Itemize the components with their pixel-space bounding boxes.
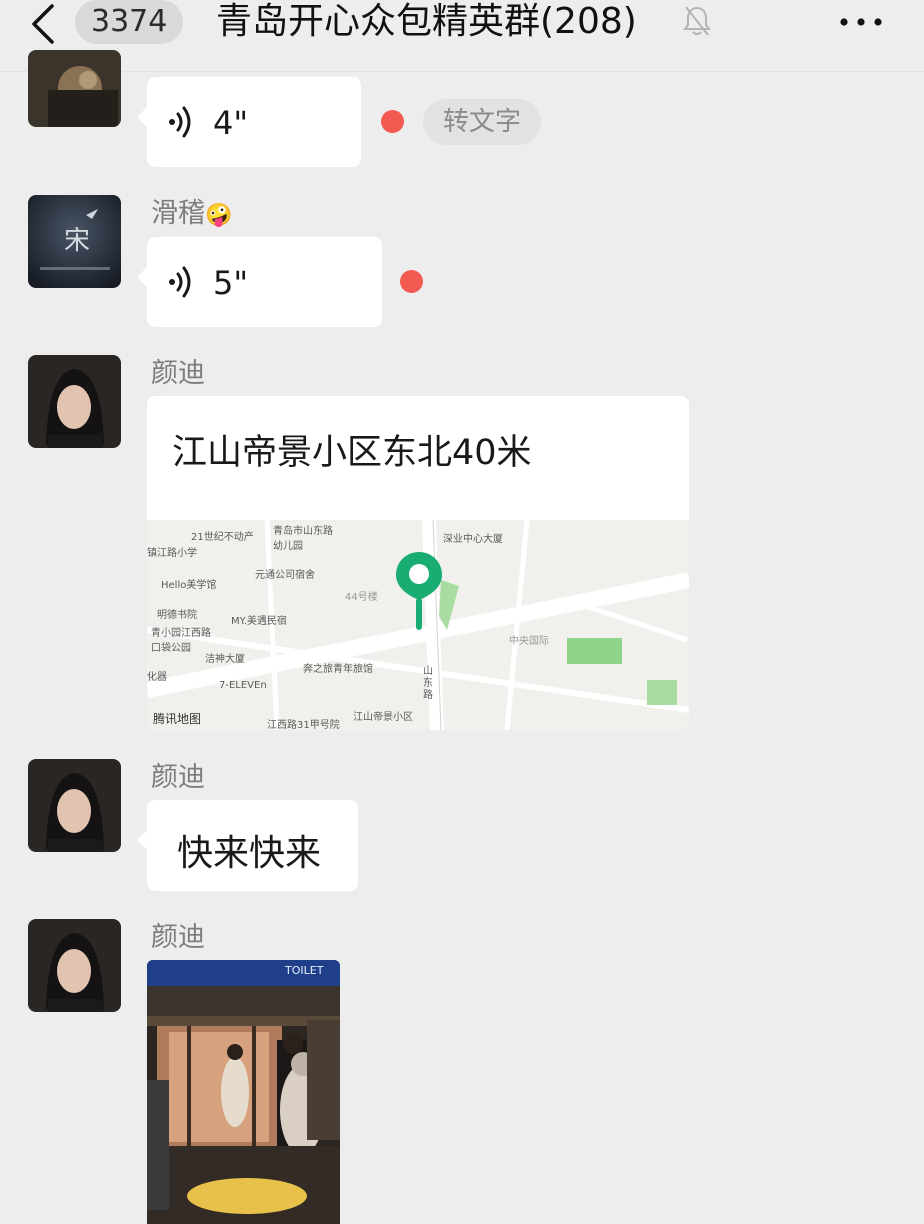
sender-name: 滑稽🤪: [151, 198, 233, 229]
map-label: 中央国际: [509, 636, 549, 647]
map-label: Hello美学馆: [161, 580, 217, 591]
map-label: 奔之旅青年旅馆: [303, 664, 373, 675]
avatar[interactable]: [28, 759, 121, 852]
map-preview[interactable]: 21世纪不动产 青岛市山东路幼儿园 深业中心大厦 镇江路小学 元通公司宿舍 He…: [147, 520, 689, 730]
sign-text: TOILET: [285, 964, 324, 977]
map-label: 青小园江西路口袋公园: [151, 628, 211, 654]
chat-header: 3374 青岛开心众包精英群(208): [0, 0, 924, 72]
map-label: 镇江路小学: [147, 548, 197, 559]
unread-dot: [381, 110, 404, 133]
map-label: 青岛市山东路幼儿园: [273, 526, 333, 552]
map-label: 山东路: [423, 666, 433, 701]
crazy-face-emoji-icon: 🤪: [205, 203, 233, 228]
more-options-button[interactable]: [836, 4, 886, 40]
location-pin-icon: [396, 552, 442, 630]
chat-title: 青岛开心众包精英群(208): [216, 1, 637, 42]
map-label: MY.美遇民宿: [231, 616, 287, 627]
location-address: 江山帝景小区东北40米: [172, 433, 532, 473]
map-label: 洁神大厦: [205, 654, 245, 665]
voice-duration: 4": [213, 104, 249, 142]
map-label: 明德书院: [157, 610, 197, 621]
image-message[interactable]: TOILET: [147, 960, 340, 1224]
location-card[interactable]: 江山帝景小区东北40米 21世纪不动产 青岛市山东路幼儿园 深业中心大厦 镇江路…: [147, 396, 689, 730]
chevron-left-icon: [32, 4, 54, 44]
bell-muted-icon: [682, 4, 712, 42]
sender-name: 颜迪: [151, 762, 205, 793]
text-message-bubble[interactable]: 快来快来: [137, 800, 358, 891]
map-label: 7-ELEVEn: [219, 680, 267, 691]
avatar[interactable]: [28, 355, 121, 448]
map-label: 化器: [147, 672, 167, 683]
more-dots-icon: [840, 18, 882, 26]
voice-duration: 5": [213, 264, 249, 302]
avatar[interactable]: 宋: [28, 195, 121, 288]
voice-wave-icon: [169, 106, 191, 138]
back-button[interactable]: [30, 2, 70, 46]
convert-to-text-button[interactable]: 转文字: [423, 99, 541, 145]
avatar[interactable]: [28, 50, 121, 127]
voice-message-bubble[interactable]: 5": [137, 237, 382, 327]
voice-message-bubble[interactable]: 4": [137, 77, 361, 167]
map-label: 深业中心大厦: [443, 534, 503, 545]
unread-dot: [400, 270, 423, 293]
map-provider: 腾讯地图: [153, 712, 202, 726]
map-label: 21世纪不动产: [191, 532, 254, 543]
map-label: 元通公司宿舍: [255, 570, 315, 581]
svg-text:宋: 宋: [64, 226, 90, 256]
map-label: 江山帝景小区: [353, 712, 413, 723]
voice-wave-icon: [169, 266, 191, 298]
avatar[interactable]: [28, 919, 121, 1012]
map-label: 江西路31甲号院: [267, 720, 340, 730]
sender-name: 颜迪: [151, 358, 205, 389]
message-text: 快来快来: [177, 833, 322, 874]
unread-count-badge[interactable]: 3374: [75, 0, 184, 44]
map-label: 44号楼: [345, 592, 378, 603]
sender-name: 颜迪: [151, 922, 205, 953]
